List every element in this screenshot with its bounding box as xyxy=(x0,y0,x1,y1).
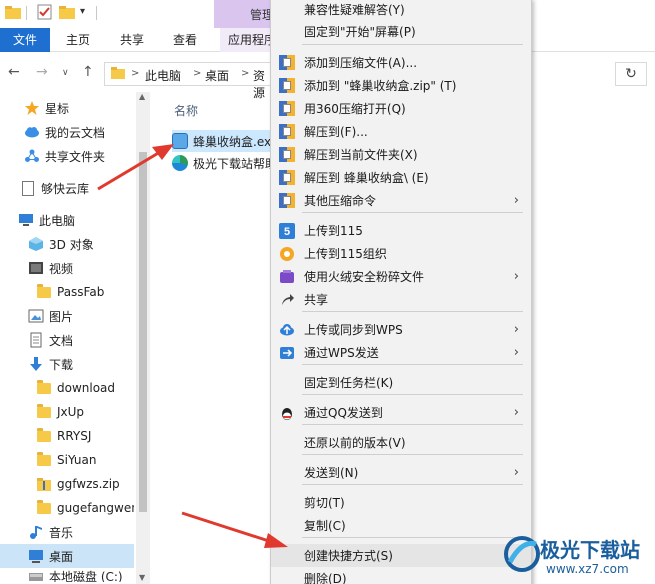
annotation-arrow-shortcut xyxy=(181,511,288,548)
annotation-arrow-file xyxy=(97,144,174,191)
annotation-arrows xyxy=(97,144,288,548)
watermark-url: www.xz7.com xyxy=(546,562,629,576)
watermark-title: 极光下载站 xyxy=(540,538,640,562)
logo-icon xyxy=(504,536,540,572)
watermark: 极光下载站 www.xz7.com xyxy=(500,530,655,584)
